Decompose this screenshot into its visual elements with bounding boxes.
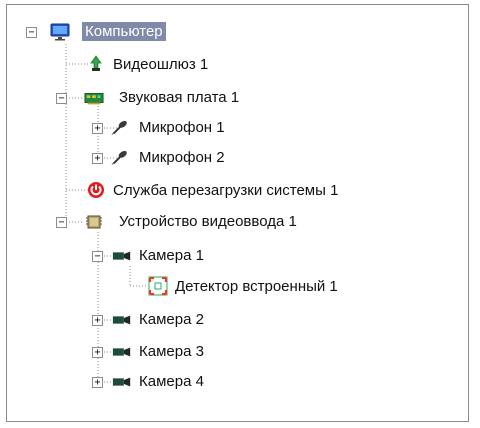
expand-toggle[interactable]: +: [92, 123, 103, 134]
tree-node-label: Камера 2: [139, 311, 204, 328]
tree-node-label: Камера 4: [139, 373, 204, 390]
tree-node-label: Микрофон 2: [139, 149, 225, 166]
power-icon: [86, 180, 106, 200]
collapse-toggle[interactable]: −: [56, 93, 67, 104]
detector-icon: [148, 276, 168, 296]
monitor-icon: [50, 22, 70, 42]
chip-icon: [84, 212, 104, 232]
microphone-icon: [110, 118, 130, 138]
camera-icon: [112, 246, 132, 266]
tree-node-label: Устройство видеоввода 1: [119, 213, 297, 230]
tree-node-label: Служба перезагрузки системы 1: [113, 181, 339, 199]
tree-node-label: Детектор встроенный 1: [175, 277, 338, 295]
collapse-toggle[interactable]: −: [56, 217, 67, 228]
expand-toggle[interactable]: +: [92, 377, 103, 388]
camera-icon: [112, 372, 132, 392]
video-gateway-icon: [86, 54, 106, 74]
tree-node-label: Микрофон 1: [139, 119, 225, 136]
camera-icon: [112, 342, 132, 362]
expand-toggle[interactable]: +: [92, 315, 103, 326]
tree-node-label: Камера 1: [139, 247, 204, 264]
sound-card-icon: [84, 88, 104, 108]
tree-node-label: Камера 3: [139, 343, 204, 360]
camera-icon: [112, 310, 132, 330]
tree-node-built-in-detector[interactable]: Детектор встроенный 1: [148, 274, 341, 298]
tree-node-label: Видеошлюз 1: [113, 55, 209, 73]
tree-node-label: Звуковая плата 1: [119, 89, 240, 106]
tree-node-label: Компьютер: [82, 22, 166, 41]
expand-toggle[interactable]: +: [92, 153, 103, 164]
tree-node-video-gateway[interactable]: Видеошлюз 1: [86, 52, 211, 76]
microphone-icon: [110, 148, 130, 168]
collapse-toggle[interactable]: −: [26, 27, 37, 38]
tree-node-reboot-service[interactable]: Служба перезагрузки системы 1: [86, 178, 341, 202]
expand-toggle[interactable]: +: [92, 347, 103, 358]
collapse-toggle[interactable]: −: [92, 251, 103, 262]
